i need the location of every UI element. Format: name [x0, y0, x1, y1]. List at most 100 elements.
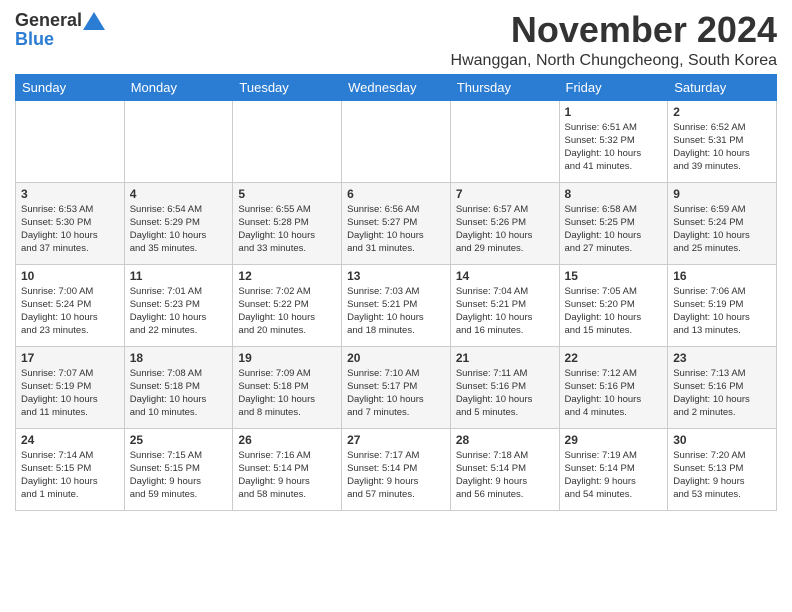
day-number: 22: [565, 351, 663, 365]
calendar-week-row: 10 Sunrise: 7:00 AM Sunset: 5:24 PM Dayli…: [16, 264, 777, 346]
day-number: 9: [673, 187, 771, 201]
day-number: 14: [456, 269, 554, 283]
logo: General: [15, 10, 106, 31]
table-row: 26Sunrise: 7:16 AM Sunset: 5:14 PM Dayli…: [233, 428, 342, 510]
day-info: Sunrise: 7:13 AM Sunset: 5:16 PM Dayligh…: [673, 367, 771, 420]
day-info: Sunrise: 7:19 AM Sunset: 5:14 PM Dayligh…: [565, 449, 663, 502]
col-wednesday: Wednesday: [342, 74, 451, 100]
logo-general-text: General: [15, 10, 82, 31]
calendar-body: 1 Sunrise: 6:51 AM Sunset: 5:32 PM Daylig…: [16, 100, 777, 510]
calendar-week-row: 3Sunrise: 6:53 AM Sunset: 5:30 PM Daylig…: [16, 182, 777, 264]
day-info: Sunrise: 7:17 AM Sunset: 5:14 PM Dayligh…: [347, 449, 445, 502]
month-title: November 2024: [451, 10, 777, 50]
table-row: 5 Sunrise: 6:55 AM Sunset: 5:28 PM Daylig…: [233, 182, 342, 264]
col-monday: Monday: [124, 74, 233, 100]
day-number: 17: [21, 351, 119, 365]
day-info: Sunrise: 7:06 AM Sunset: 5:19 PM Dayligh…: [673, 285, 771, 338]
day-info: Sunrise: 7:08 AM Sunset: 5:18 PM Dayligh…: [130, 367, 228, 420]
title-area: November 2024 Hwanggan, North Chungcheon…: [451, 10, 777, 70]
day-info: Sunrise: 7:15 AM Sunset: 5:15 PM Dayligh…: [130, 449, 228, 502]
day-number: 1: [565, 105, 663, 119]
day-number: 2: [673, 105, 771, 119]
day-number: 20: [347, 351, 445, 365]
day-info: Sunrise: 7:05 AM Sunset: 5:20 PM Dayligh…: [565, 285, 663, 338]
table-row: 3Sunrise: 6:53 AM Sunset: 5:30 PM Daylig…: [16, 182, 125, 264]
col-thursday: Thursday: [450, 74, 559, 100]
logo-icon: [83, 12, 105, 30]
day-info: Sunrise: 6:52 AM Sunset: 5:31 PM Dayligh…: [673, 121, 771, 174]
day-number: 26: [238, 433, 336, 447]
day-number: 13: [347, 269, 445, 283]
table-row: 2 Sunrise: 6:52 AM Sunset: 5:31 PM Daylig…: [668, 100, 777, 182]
day-number: 19: [238, 351, 336, 365]
table-row: 19 Sunrise: 7:09 AM Sunset: 5:18 PM Dayli…: [233, 346, 342, 428]
day-number: 30: [673, 433, 771, 447]
day-info: Sunrise: 7:01 AM Sunset: 5:23 PM Dayligh…: [130, 285, 228, 338]
day-number: 7: [456, 187, 554, 201]
table-row: 4Sunrise: 6:54 AM Sunset: 5:29 PM Daylig…: [124, 182, 233, 264]
table-row: 29 Sunrise: 7:19 AM Sunset: 5:14 PM Dayli…: [559, 428, 668, 510]
day-number: 4: [130, 187, 228, 201]
day-number: 28: [456, 433, 554, 447]
day-info: Sunrise: 6:58 AM Sunset: 5:25 PM Dayligh…: [565, 203, 663, 256]
table-row: [16, 100, 125, 182]
table-row: 15Sunrise: 7:05 AM Sunset: 5:20 PM Dayli…: [559, 264, 668, 346]
day-info: Sunrise: 6:51 AM Sunset: 5:32 PM Dayligh…: [565, 121, 663, 174]
day-info: Sunrise: 6:59 AM Sunset: 5:24 PM Dayligh…: [673, 203, 771, 256]
day-info: Sunrise: 7:09 AM Sunset: 5:18 PM Dayligh…: [238, 367, 336, 420]
logo-area: General Blue: [15, 10, 106, 50]
table-row: 25 Sunrise: 7:15 AM Sunset: 5:15 PM Dayli…: [124, 428, 233, 510]
table-row: 20 Sunrise: 7:10 AM Sunset: 5:17 PM Dayli…: [342, 346, 451, 428]
table-row: 13 Sunrise: 7:03 AM Sunset: 5:21 PM Dayli…: [342, 264, 451, 346]
col-tuesday: Tuesday: [233, 74, 342, 100]
table-row: 1 Sunrise: 6:51 AM Sunset: 5:32 PM Daylig…: [559, 100, 668, 182]
table-row: [342, 100, 451, 182]
day-number: 29: [565, 433, 663, 447]
day-info: Sunrise: 7:04 AM Sunset: 5:21 PM Dayligh…: [456, 285, 554, 338]
day-number: 12: [238, 269, 336, 283]
day-number: 11: [130, 269, 228, 283]
day-info: Sunrise: 6:56 AM Sunset: 5:27 PM Dayligh…: [347, 203, 445, 256]
day-number: 27: [347, 433, 445, 447]
day-info: Sunrise: 7:00 AM Sunset: 5:24 PM Dayligh…: [21, 285, 119, 338]
table-row: 16Sunrise: 7:06 AM Sunset: 5:19 PM Dayli…: [668, 264, 777, 346]
calendar-table: Sunday Monday Tuesday Wednesday Thursday…: [15, 74, 777, 511]
header: General Blue November 2024 Hwanggan, Nor…: [15, 10, 777, 70]
day-number: 21: [456, 351, 554, 365]
col-sunday: Sunday: [16, 74, 125, 100]
day-info: Sunrise: 7:02 AM Sunset: 5:22 PM Dayligh…: [238, 285, 336, 338]
table-row: 24 Sunrise: 7:14 AM Sunset: 5:15 PM Dayli…: [16, 428, 125, 510]
table-row: 17Sunrise: 7:07 AM Sunset: 5:19 PM Dayli…: [16, 346, 125, 428]
calendar-week-row: 24 Sunrise: 7:14 AM Sunset: 5:15 PM Dayli…: [16, 428, 777, 510]
day-info: Sunrise: 7:10 AM Sunset: 5:17 PM Dayligh…: [347, 367, 445, 420]
day-info: Sunrise: 7:11 AM Sunset: 5:16 PM Dayligh…: [456, 367, 554, 420]
page: General Blue November 2024 Hwanggan, Nor…: [0, 0, 792, 521]
table-row: 14 Sunrise: 7:04 AM Sunset: 5:21 PM Dayli…: [450, 264, 559, 346]
table-row: 23 Sunrise: 7:13 AM Sunset: 5:16 PM Dayli…: [668, 346, 777, 428]
day-info: Sunrise: 7:12 AM Sunset: 5:16 PM Dayligh…: [565, 367, 663, 420]
day-info: Sunrise: 7:03 AM Sunset: 5:21 PM Dayligh…: [347, 285, 445, 338]
day-number: 5: [238, 187, 336, 201]
table-row: 8Sunrise: 6:58 AM Sunset: 5:25 PM Daylig…: [559, 182, 668, 264]
day-number: 24: [21, 433, 119, 447]
table-row: [450, 100, 559, 182]
day-number: 10: [21, 269, 119, 283]
calendar-week-row: 17Sunrise: 7:07 AM Sunset: 5:19 PM Dayli…: [16, 346, 777, 428]
table-row: 7Sunrise: 6:57 AM Sunset: 5:26 PM Daylig…: [450, 182, 559, 264]
table-row: 11 Sunrise: 7:01 AM Sunset: 5:23 PM Dayli…: [124, 264, 233, 346]
day-number: 25: [130, 433, 228, 447]
table-row: 28 Sunrise: 7:18 AM Sunset: 5:14 PM Dayli…: [450, 428, 559, 510]
calendar-header-row: Sunday Monday Tuesday Wednesday Thursday…: [16, 74, 777, 100]
day-info: Sunrise: 6:55 AM Sunset: 5:28 PM Dayligh…: [238, 203, 336, 256]
table-row: 30 Sunrise: 7:20 AM Sunset: 5:13 PM Dayli…: [668, 428, 777, 510]
day-number: 3: [21, 187, 119, 201]
location-title: Hwanggan, North Chungcheong, South Korea: [451, 52, 777, 70]
table-row: [233, 100, 342, 182]
table-row: 21 Sunrise: 7:11 AM Sunset: 5:16 PM Dayli…: [450, 346, 559, 428]
day-number: 23: [673, 351, 771, 365]
day-info: Sunrise: 7:14 AM Sunset: 5:15 PM Dayligh…: [21, 449, 119, 502]
table-row: [124, 100, 233, 182]
day-info: Sunrise: 7:18 AM Sunset: 5:14 PM Dayligh…: [456, 449, 554, 502]
table-row: 27 Sunrise: 7:17 AM Sunset: 5:14 PM Dayli…: [342, 428, 451, 510]
day-info: Sunrise: 7:20 AM Sunset: 5:13 PM Dayligh…: [673, 449, 771, 502]
